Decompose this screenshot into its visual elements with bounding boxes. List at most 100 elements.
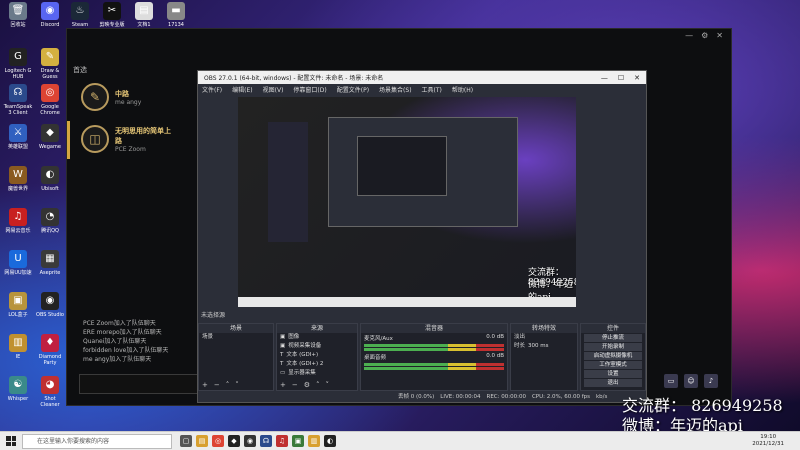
mic-icon[interactable]: ♪ bbox=[704, 374, 718, 388]
transition-select[interactable]: 淡出 bbox=[511, 333, 577, 342]
menu-view[interactable]: 视图(V) bbox=[263, 85, 284, 94]
menu-edit[interactable]: 编辑(E) bbox=[232, 85, 252, 94]
desktop-icon-label: Draw & Guess bbox=[40, 68, 60, 80]
taskbar: 在这里输入你要搜索的内容 ▢ ▤ ◎ ◆ ◉ ☊ ♫ ▣ ▥ ◐ 19:10 2… bbox=[0, 431, 800, 450]
settings-button[interactable]: 设置 bbox=[584, 370, 642, 378]
taskbar-search-input[interactable]: 在这里输入你要搜索的内容 bbox=[22, 434, 172, 449]
desktop-icon[interactable]: ✎ Draw & Guess bbox=[34, 48, 66, 80]
clock-date: 2021/12/31 bbox=[752, 441, 784, 447]
app2-icon[interactable]: ◐ bbox=[324, 435, 336, 447]
desktop-icon[interactable]: ⚔ 英雄联盟 bbox=[2, 124, 34, 150]
desktop-icon-label: 英雄联盟 bbox=[7, 144, 28, 150]
mixer-channel: 麦克风/Aux 0.0 dB bbox=[361, 333, 507, 343]
nav-item-mid[interactable]: ✎ 中路 me angy bbox=[81, 83, 141, 111]
page-title: 首选 bbox=[73, 66, 87, 74]
desktop-icon[interactable]: ✂ 剪映专业版 bbox=[96, 2, 128, 28]
folder-icon[interactable]: ▥ bbox=[308, 435, 320, 447]
close-icon[interactable]: ✕ bbox=[716, 31, 723, 40]
desktop-icon[interactable]: ◆ Wegame bbox=[34, 124, 66, 150]
desktop-icon[interactable]: ▦ Aseprite bbox=[34, 250, 66, 276]
duration-input[interactable]: 300 ms bbox=[528, 342, 548, 351]
app-icon: ◉ bbox=[41, 292, 59, 310]
close-icon[interactable]: ✕ bbox=[634, 74, 640, 82]
file-explorer-icon[interactable]: ▤ bbox=[196, 435, 208, 447]
minimize-icon[interactable]: — bbox=[601, 74, 608, 82]
sources-dock: 来源 ▣ 图像 ▣ 视频采集设备 T 文本 (GDI+) T 文本 (GDI+) 2 ▭… bbox=[276, 323, 358, 391]
obs-preview[interactable]: 交流群： 826949258 微博：年迈的api bbox=[238, 97, 576, 307]
menu-help[interactable]: 帮助(H) bbox=[452, 85, 473, 94]
remove-icon[interactable]: − bbox=[214, 381, 220, 390]
source-item[interactable]: ▭ 显示器采集 bbox=[277, 369, 357, 378]
nav-item-top[interactable]: ◫ 无明思用的简单上路 PCE Zoom bbox=[81, 125, 175, 153]
gear-icon[interactable]: ⚙ bbox=[304, 381, 310, 390]
desktop-icon[interactable]: 🗑 回收站 bbox=[2, 2, 34, 28]
volume-slider[interactable] bbox=[364, 348, 504, 351]
desktop-icon-label: Ubisoft bbox=[41, 186, 59, 192]
teamspeak-icon[interactable]: ☊ bbox=[260, 435, 272, 447]
task-view-icon[interactable]: ▢ bbox=[180, 435, 192, 447]
start-recording-button[interactable]: 开始录制 bbox=[584, 343, 642, 351]
obs-titlebar: OBS 27.0.1 (64-bit, windows) - 配置文件: 未命名… bbox=[198, 71, 646, 84]
taskbar-clock[interactable]: 19:10 2021/12/31 bbox=[752, 434, 784, 448]
desktop-icon[interactable]: G Logitech G HUB bbox=[2, 48, 34, 80]
stop-streaming-button[interactable]: 停止推流 bbox=[584, 334, 642, 342]
app-icon: ☊ bbox=[9, 84, 27, 102]
desktop-icon[interactable]: ♦ Diamond Party bbox=[34, 334, 66, 366]
virtual-camera-button[interactable]: 启动虚拟摄像机 bbox=[584, 352, 642, 360]
desktop-icon[interactable]: ◕ Shot Cleaner bbox=[34, 376, 66, 408]
menu-file[interactable]: 文件(F) bbox=[202, 85, 222, 94]
studio-mode-button[interactable]: 工作室模式 bbox=[584, 361, 642, 369]
exit-button[interactable]: 退出 bbox=[584, 379, 642, 387]
channel-db: 0.0 dB bbox=[486, 334, 504, 340]
music-icon[interactable]: ♫ bbox=[276, 435, 288, 447]
up-icon[interactable]: ˄ bbox=[226, 381, 230, 390]
desktop-icon[interactable]: ◐ Ubisoft bbox=[34, 166, 66, 192]
add-icon[interactable]: + bbox=[202, 381, 208, 390]
desktop-icon[interactable]: ▤ 文档1 bbox=[128, 2, 160, 28]
desktop-icon[interactable]: ◎ Google Chrome bbox=[34, 84, 66, 116]
source-item[interactable]: T 文本 (GDI+) 2 bbox=[277, 360, 357, 369]
desktop-icon[interactable]: U 网易UU加速 bbox=[2, 250, 34, 276]
source-item[interactable]: T 文本 (GDI+) bbox=[277, 351, 357, 360]
obs-window: OBS 27.0.1 (64-bit, windows) - 配置文件: 未命名… bbox=[197, 70, 647, 403]
obs-icon[interactable]: ◉ bbox=[244, 435, 256, 447]
menu-profile[interactable]: 配置文件(P) bbox=[337, 85, 369, 94]
desktop-icon[interactable]: ◉ Discord bbox=[34, 2, 66, 28]
dropped-frames: 丢帧 0 (0.0%) bbox=[398, 394, 435, 400]
app-icon: ◉ bbox=[41, 2, 59, 20]
source-item[interactable]: ▣ 图像 bbox=[277, 333, 357, 342]
friends-icon[interactable]: ☺ bbox=[684, 374, 698, 388]
desktop-icon[interactable]: ♨ Steam bbox=[64, 2, 96, 28]
desktop-icon[interactable]: ☯ Whisper bbox=[2, 376, 34, 402]
chat-icon[interactable]: ▭ bbox=[664, 374, 678, 388]
menu-docks[interactable]: 停靠窗口(D) bbox=[293, 85, 326, 94]
source-item[interactable]: ▣ 视频采集设备 bbox=[277, 342, 357, 351]
down-icon[interactable]: ˅ bbox=[235, 381, 239, 390]
desktop-icon[interactable]: ◉ OBS Studio bbox=[34, 292, 66, 318]
windows-start-icon[interactable] bbox=[6, 436, 16, 446]
chrome-icon[interactable]: ◎ bbox=[212, 435, 224, 447]
volume-slider[interactable] bbox=[364, 367, 504, 370]
desktop-icon-label: 网易UU加速 bbox=[4, 270, 32, 276]
desktop-icon[interactable]: ◔ 腾讯QQ bbox=[34, 208, 66, 234]
up-icon[interactable]: ˄ bbox=[316, 381, 320, 390]
desktop-icon[interactable]: ▥ IE bbox=[2, 334, 34, 360]
menu-scene-collection[interactable]: 场景集合(S) bbox=[379, 85, 412, 94]
menu-tools[interactable]: 工具(T) bbox=[422, 85, 442, 94]
app-icon[interactable]: ▣ bbox=[292, 435, 304, 447]
minimize-icon[interactable]: — bbox=[685, 31, 693, 40]
down-icon[interactable]: ˅ bbox=[326, 381, 330, 390]
settings-icon[interactable]: ⚙ bbox=[701, 31, 708, 40]
desktop-icon[interactable]: ☊ TeamSpeak 3 Client bbox=[2, 84, 34, 116]
scene-item[interactable]: 场景 bbox=[199, 333, 273, 342]
desktop-icon-label: Aseprite bbox=[39, 270, 61, 276]
desktop-icon[interactable]: W 魔兽世界 bbox=[2, 166, 34, 192]
remove-icon[interactable]: − bbox=[292, 381, 298, 390]
desktop-icon[interactable]: ▣ LOL盒子 bbox=[2, 292, 34, 318]
desktop-icon[interactable]: ♫ 网易云音乐 bbox=[2, 208, 34, 234]
desktop-icon[interactable]: ▬ 17134 bbox=[160, 2, 192, 28]
desktop-icon-label: LOL盒子 bbox=[8, 312, 28, 318]
add-icon[interactable]: + bbox=[280, 381, 286, 390]
game-client-icon[interactable]: ◆ bbox=[228, 435, 240, 447]
maximize-icon[interactable]: ☐ bbox=[618, 74, 624, 82]
